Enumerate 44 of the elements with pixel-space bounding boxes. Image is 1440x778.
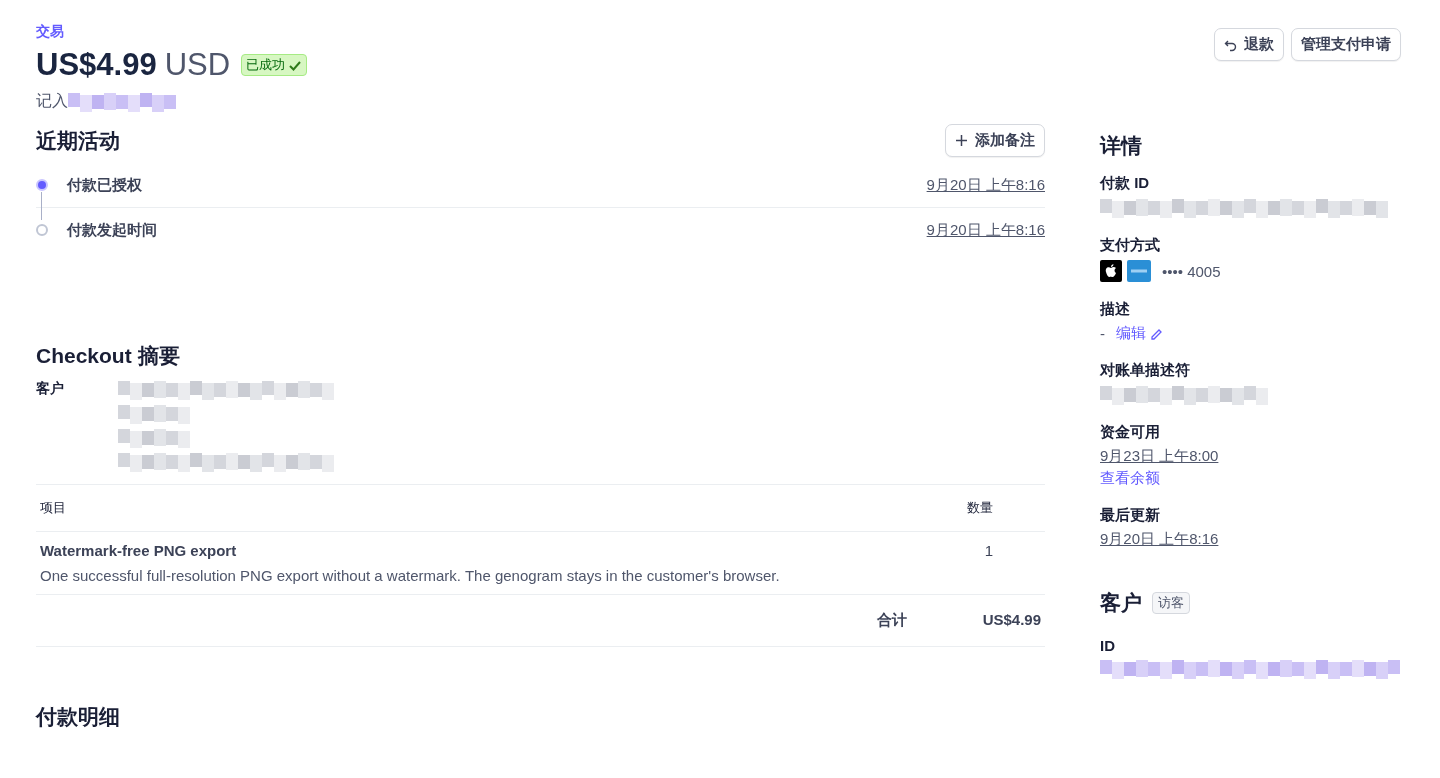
blurred-block [118, 428, 190, 448]
total-value: US$4.99 [982, 611, 1041, 630]
action-button[interactable]: 退款 [1214, 28, 1284, 61]
field-label: 最后更新 [1100, 506, 1161, 525]
field-label: 描述 [1100, 300, 1131, 319]
field-value: - [1100, 325, 1105, 342]
item-name: Watermark-free PNG export [40, 542, 238, 559]
field-label: 对账单描述符 [1100, 361, 1191, 380]
blurred-block [118, 404, 190, 424]
field-label: 付款 ID [1100, 174, 1151, 193]
section-title: 客户 [1100, 590, 1142, 616]
section-title: 付款明细 [36, 704, 121, 730]
apple-logo-icon [1100, 260, 1122, 282]
guest-badge: 访客 [1152, 592, 1190, 614]
amount-text: US$4.99 [36, 47, 157, 83]
action-button[interactable]: 管理支付申请 [1291, 28, 1401, 61]
status-badge: 已成功 [241, 54, 308, 76]
edit-link[interactable]: 编辑 [1116, 324, 1163, 343]
column-header: 数量 [929, 484, 1045, 532]
item-description: One successful full-resolution PNG export without a watermark. The genogram stays in the customer's browser. [40, 567, 781, 584]
total-label: 合计 [876, 611, 907, 630]
statement-label: 记入 [36, 91, 68, 111]
field-label: 支付方式 [1100, 236, 1161, 255]
plus-icon [955, 134, 968, 147]
event-label: 付款已授权 [67, 175, 143, 195]
field-label: 资金可用 [1100, 423, 1161, 442]
view-balance-link[interactable]: 查看余额 [1100, 469, 1160, 488]
breadcrumb-link[interactable]: 交易 [36, 23, 64, 41]
section-title: Checkout 摘要 [36, 343, 181, 369]
customer-label: 客户 [36, 380, 65, 398]
event-label: 付款发起时间 [67, 220, 158, 240]
card-number: •••• 4005 [1162, 262, 1221, 280]
event-time-link[interactable]: 9月20日 上午8:16 [926, 220, 1045, 240]
date-link[interactable]: 9月23日 上午8:00 [1100, 447, 1219, 466]
field-label: ID [1100, 637, 1116, 654]
section-title: 近期活动 [36, 127, 120, 154]
card-icon [1127, 260, 1151, 282]
event-time-link[interactable]: 9月20日 上午8:16 [926, 175, 1045, 195]
column-header: 项目 [36, 484, 929, 532]
currency-text: USD [164, 47, 231, 83]
table-cell: 1 [929, 531, 1045, 595]
section-title: 详情 [1100, 133, 1143, 159]
add-note-button[interactable]: 添加备注 [945, 124, 1045, 157]
date-link[interactable]: 9月20日 上午8:16 [1100, 530, 1219, 549]
